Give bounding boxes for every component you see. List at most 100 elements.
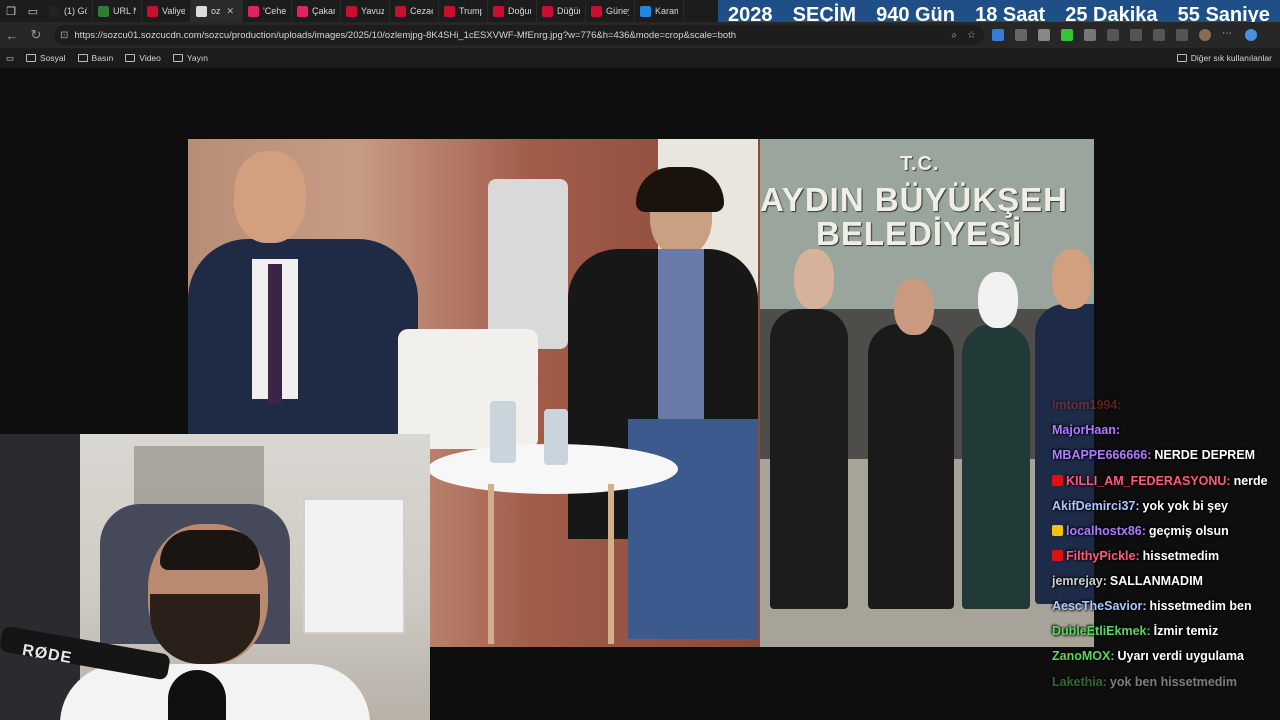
browser-tab[interactable]: Güney bbox=[586, 0, 635, 22]
chat-username[interactable]: MBAPPE666666: bbox=[1052, 448, 1151, 462]
chat-message: DubleEtliEkmek: İzmir temiz bbox=[1052, 624, 1218, 638]
browser-tab[interactable]: (1) Gön bbox=[44, 0, 93, 22]
extension-icon[interactable] bbox=[1015, 29, 1027, 41]
chat-badge-icon bbox=[1052, 525, 1063, 536]
browser-tab[interactable]: Düğün bbox=[537, 0, 586, 22]
extension-icon[interactable] bbox=[1107, 29, 1119, 41]
chat-username[interactable]: DubleEtliEkmek: bbox=[1052, 624, 1151, 638]
chat-message: AescTheSavior: hissetmedim ben bbox=[1052, 599, 1252, 613]
stream-chat: lmtom1994: MajorHaan: MBAPPE666666: NERDE D… bbox=[1046, 396, 1280, 720]
browser-tab[interactable]: 'Cehen bbox=[243, 0, 292, 22]
browser-tab[interactable]: Karam bbox=[635, 0, 684, 22]
address-bar[interactable]: ⊡ https://sozcu01.sozcucdn.com/sozcu/pro… bbox=[54, 25, 984, 45]
chat-text: geçmiş olsun bbox=[1148, 524, 1229, 538]
browser-tab[interactable]: Trump, bbox=[439, 0, 488, 22]
blue-circle-icon bbox=[640, 5, 651, 17]
more-menu-icon[interactable]: ⋯ bbox=[1222, 29, 1234, 41]
bookmark-folder-yayin[interactable]: Yayın bbox=[172, 53, 208, 63]
browser-tab[interactable]: Cezaev bbox=[390, 0, 439, 22]
other-bookmarks[interactable]: Diğer sık kullanılanlar bbox=[1176, 48, 1272, 68]
chat-text: yok yok bi şey bbox=[1142, 499, 1229, 513]
sozcu-icon bbox=[395, 5, 406, 17]
streamer-webcam: RØDE bbox=[0, 434, 430, 720]
chat-text: yok ben hissetmedim bbox=[1109, 675, 1238, 689]
chat-username[interactable]: AkifDemirci37: bbox=[1052, 499, 1140, 513]
chat-message: jemrejay: SALLANMADIM bbox=[1052, 574, 1203, 588]
zoom-icon[interactable]: ⌕ bbox=[951, 30, 957, 41]
extension-icon[interactable] bbox=[1038, 29, 1050, 41]
chat-username[interactable]: lmtom1994: bbox=[1052, 398, 1121, 412]
folder-icon bbox=[26, 54, 37, 62]
extension-icon[interactable] bbox=[1061, 29, 1073, 41]
chat-username[interactable]: Lakethia: bbox=[1052, 675, 1107, 689]
bookmark-folder-basin[interactable]: Basın bbox=[77, 53, 113, 63]
tab-title: Çakarl bbox=[312, 6, 335, 16]
tab-actions-icon[interactable]: ▭ bbox=[22, 0, 44, 22]
browser-tab[interactable]: URL Ni bbox=[93, 0, 142, 22]
close-tab-icon[interactable]: ✕ bbox=[227, 6, 235, 17]
folder-icon bbox=[77, 54, 88, 62]
shield-icon[interactable] bbox=[1176, 29, 1188, 41]
chat-message: ZanoMOX: Uyarı verdi uygulama bbox=[1052, 649, 1244, 663]
chat-username[interactable]: FilthyPickle: bbox=[1066, 549, 1140, 563]
tab-title: URL Ni bbox=[113, 6, 136, 16]
workspaces-icon[interactable]: ❐ bbox=[0, 0, 22, 22]
tab-title: Karam bbox=[655, 6, 678, 16]
extension-icon[interactable] bbox=[1084, 29, 1096, 41]
chat-message: FilthyPickle: hissetmedim bbox=[1052, 549, 1219, 563]
profile-avatar-icon[interactable] bbox=[1199, 29, 1211, 41]
chat-text: nerde bbox=[1233, 474, 1268, 488]
browser-tab[interactable]: Çakarl bbox=[292, 0, 341, 22]
favorites-icon[interactable] bbox=[1153, 29, 1165, 41]
tab-title: Valiye I bbox=[162, 6, 185, 16]
chat-message: AkifDemirci37: yok yok bi şey bbox=[1052, 499, 1228, 513]
extension-icon[interactable] bbox=[1130, 29, 1142, 41]
chat-username[interactable]: jemrejay: bbox=[1052, 574, 1107, 588]
navigation-bar: ← ↻ ⊡ https://sozcu01.sozcucdn.com/sozcu… bbox=[0, 22, 1280, 48]
chat-username[interactable]: AescTheSavior: bbox=[1052, 599, 1146, 613]
x-icon bbox=[49, 5, 60, 17]
bookmark-folder-sosyal[interactable]: Sosyal bbox=[26, 53, 66, 63]
browser-tab[interactable]: Doğum bbox=[488, 0, 537, 22]
chat-username[interactable]: ZanoMOX: bbox=[1052, 649, 1115, 663]
chat-message: localhostx86: geçmiş olsun bbox=[1052, 524, 1229, 538]
extension-icon[interactable] bbox=[992, 29, 1004, 41]
browser-tab[interactable]: oz ✕ bbox=[191, 0, 243, 22]
folder-icon bbox=[1176, 54, 1187, 62]
tab-title: Trump, bbox=[459, 6, 482, 16]
chat-username[interactable]: KILLI_AM_FEDERASYONU: bbox=[1066, 474, 1231, 488]
folder-icon bbox=[125, 54, 136, 62]
copilot-icon[interactable] bbox=[1245, 29, 1257, 41]
sozcu-icon bbox=[147, 5, 158, 17]
chat-message: MBAPPE666666: NERDE DEPREM bbox=[1052, 448, 1255, 462]
tab-title: Yavuz E bbox=[361, 6, 384, 16]
pink-icon bbox=[248, 5, 259, 17]
tab-title: 'Cehen bbox=[263, 6, 286, 16]
browser-tab[interactable]: Yavuz E bbox=[341, 0, 390, 22]
chat-text: Uyarı verdi uygulama bbox=[1117, 649, 1244, 663]
bookmarks-bar: ▭ Sosyal Basın Video Yayın Diğer sık kul… bbox=[0, 48, 1280, 68]
chat-message: MajorHaan: bbox=[1052, 423, 1123, 437]
browser-tab[interactable]: Valiye I bbox=[142, 0, 191, 22]
chat-username[interactable]: MajorHaan: bbox=[1052, 423, 1120, 437]
photo-municipality-building: T.C. AYDIN BÜYÜKŞEH BELEDİYESİ bbox=[760, 139, 1094, 647]
url-text[interactable]: https://sozcu01.sozcucdn.com/sozcu/produ… bbox=[74, 30, 736, 41]
chat-text: hissetmedim ben bbox=[1149, 599, 1252, 613]
favorite-star-icon[interactable]: ☆ bbox=[967, 30, 976, 41]
site-info-icon[interactable]: ⊡ bbox=[60, 30, 68, 41]
tab-title: Güney bbox=[606, 6, 629, 16]
sozcu-icon bbox=[591, 5, 602, 17]
chat-badge-icon bbox=[1052, 475, 1063, 486]
chat-message: lmtom1994: bbox=[1052, 398, 1124, 412]
sign-line-2: BELEDİYESİ bbox=[816, 215, 1023, 252]
back-arrow-icon[interactable]: ← bbox=[0, 22, 24, 48]
refresh-icon[interactable]: ↻ bbox=[24, 22, 48, 48]
extensions-area: ⋯ bbox=[988, 22, 1257, 48]
chat-text: SALLANMADIM bbox=[1109, 574, 1203, 588]
chat-text: NERDE DEPREM bbox=[1154, 448, 1256, 462]
sozcu-icon bbox=[346, 5, 357, 17]
bookmark-folder-video[interactable]: Video bbox=[125, 53, 161, 63]
reading-view-icon[interactable]: ▭ bbox=[6, 53, 14, 64]
chat-username[interactable]: localhostx86: bbox=[1066, 524, 1146, 538]
chat-message: Lakethia: yok ben hissetmedim bbox=[1052, 675, 1237, 689]
